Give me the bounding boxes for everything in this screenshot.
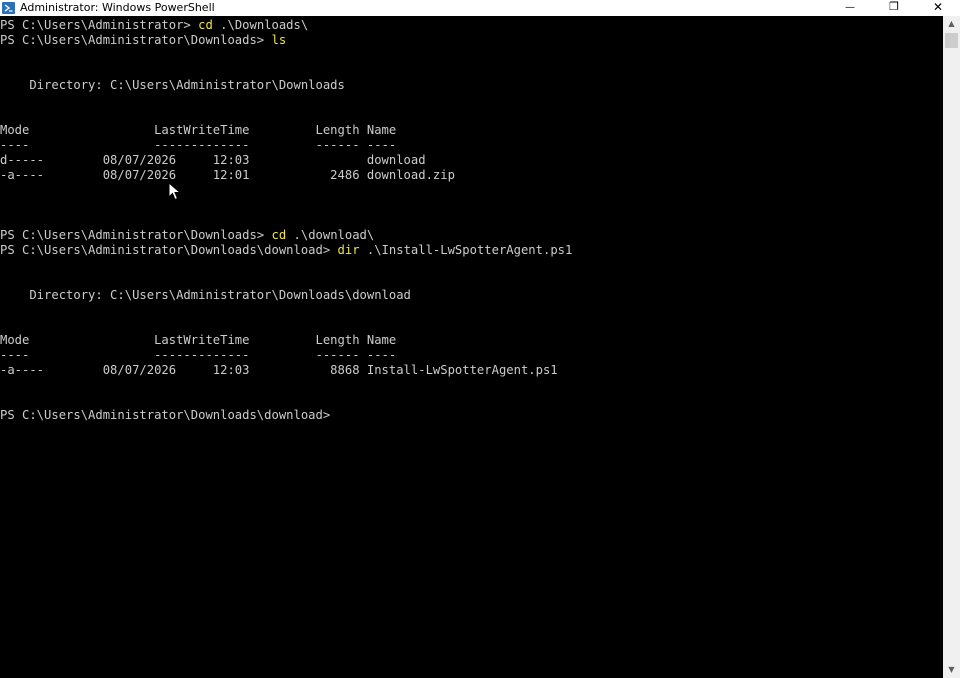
terminal-line: PS C:\Users\Administrator\Downloads> cd … — [0, 228, 572, 243]
mouse-cursor-icon — [168, 182, 182, 201]
command-args: .\Install-LwSpotterAgent.ps1 — [359, 243, 573, 257]
output-text: ---- ------------- ------ ---- — [0, 138, 397, 152]
output-text: d----- 08/07/2026 12:03 download — [0, 153, 426, 167]
powershell-icon — [2, 2, 15, 14]
scroll-up-icon[interactable]: ▲ — [943, 16, 960, 32]
terminal-line: Directory: C:\Users\Administrator\Downlo… — [0, 78, 572, 93]
window-title: Administrator: Windows PowerShell — [20, 1, 215, 14]
prompt-text: PS C:\Users\Administrator\Downloads> — [0, 33, 272, 47]
minimize-icon: — — [845, 2, 855, 13]
close-icon: ✕ — [932, 0, 944, 14]
command-text: cd — [198, 18, 213, 32]
vertical-scrollbar[interactable]: ▲ ▼ — [943, 16, 960, 678]
output-text: Mode LastWriteTime Length Name — [0, 123, 397, 137]
minimize-button[interactable]: — — [828, 0, 872, 16]
output-text: Directory: C:\Users\Administrator\Downlo… — [0, 288, 411, 302]
terminal-line: PS C:\Users\Administrator\Downloads\down… — [0, 408, 572, 423]
scroll-thumb[interactable] — [945, 33, 958, 48]
command-text: dir — [337, 243, 360, 257]
command-text: cd — [271, 228, 287, 242]
terminal-line: ---- ------------- ------ ---- — [0, 138, 572, 153]
terminal-line: Mode LastWriteTime Length Name — [0, 123, 572, 138]
command-args: .\Downloads\ — [212, 18, 309, 32]
terminal-line: PS C:\Users\Administrator\Downloads\down… — [0, 243, 572, 258]
output-text: Directory: C:\Users\Administrator\Downlo… — [0, 78, 345, 92]
terminal-line: ---- ------------- ------ ---- — [0, 348, 572, 363]
terminal-line: Mode LastWriteTime Length Name — [0, 333, 572, 348]
terminal-line: PS C:\Users\Administrator\Downloads> ls — [0, 33, 572, 48]
terminal-line: PS C:\Users\Administrator> cd .\Download… — [0, 18, 572, 33]
terminal-output: PS C:\Users\Administrator> cd .\Download… — [0, 18, 572, 423]
restore-button[interactable]: ❐ — [872, 0, 916, 16]
terminal-line: d----- 08/07/2026 12:03 download — [0, 153, 572, 168]
prompt-text: PS C:\Users\Administrator\Downloads\down… — [0, 408, 338, 422]
scroll-down-icon[interactable]: ▼ — [943, 662, 960, 678]
prompt-text: PS C:\Users\Administrator\Downloads> — [0, 228, 272, 242]
prompt-text: PS C:\Users\Administrator\Downloads\down… — [0, 243, 338, 257]
command-text: ls — [271, 33, 287, 47]
output-text: -a---- 08/07/2026 12:03 8868 Install-LwS… — [0, 363, 558, 377]
terminal-line: -a---- 08/07/2026 12:03 8868 Install-LwS… — [0, 363, 572, 378]
close-button[interactable]: ✕ — [916, 0, 960, 16]
terminal-line: -a---- 08/07/2026 12:01 2486 download.zi… — [0, 168, 572, 183]
powershell-window: Administrator: Windows PowerShell — ❐ ✕ … — [0, 0, 960, 678]
title-bar[interactable]: Administrator: Windows PowerShell — ❐ ✕ — [0, 0, 960, 16]
output-text: ---- ------------- ------ ---- — [0, 348, 397, 362]
restore-icon: ❐ — [889, 0, 899, 13]
output-text: -a---- 08/07/2026 12:01 2486 download.zi… — [0, 168, 455, 182]
prompt-text: PS C:\Users\Administrator> — [0, 18, 199, 32]
command-args: .\download\ — [286, 228, 375, 242]
output-text: Mode LastWriteTime Length Name — [0, 333, 397, 347]
terminal-area[interactable]: PS C:\Users\Administrator> cd .\Download… — [0, 16, 943, 678]
terminal-line: Directory: C:\Users\Administrator\Downlo… — [0, 288, 572, 303]
